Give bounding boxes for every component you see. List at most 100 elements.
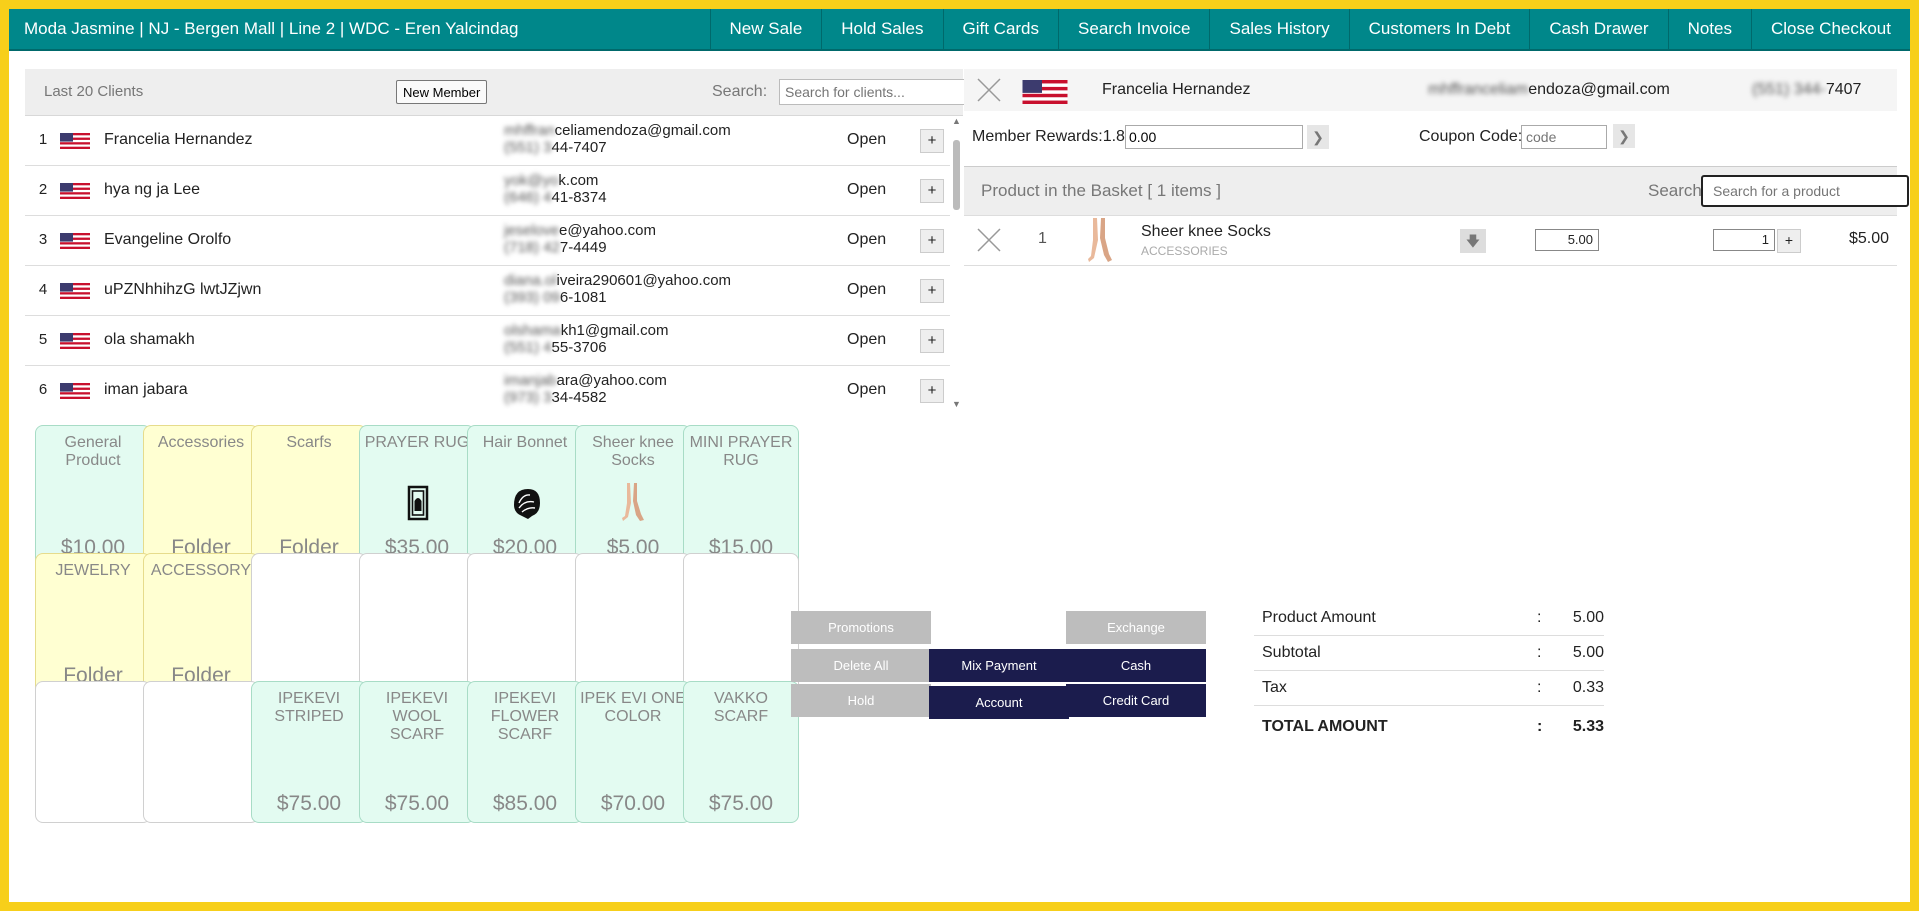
hold-button[interactable]: Hold [791, 684, 931, 717]
notes-button[interactable]: Notes [1667, 9, 1751, 49]
client-name: iman jabara [104, 381, 188, 398]
client-number: 5 [38, 331, 48, 348]
basket-item-category: ACCESSORIES [1141, 244, 1228, 258]
client-email-hidden: diana.ol [504, 272, 557, 289]
client-row[interactable]: 5 ola shamakh olshamakh1@gmail.com (551)… [25, 316, 950, 366]
product-tile[interactable]: PRAYER RUG $35.00 [359, 425, 475, 567]
empty-tile [683, 553, 799, 695]
client-status[interactable]: Open [847, 216, 886, 264]
add-client-button[interactable]: + [920, 179, 944, 203]
credit-card-button[interactable]: Credit Card [1066, 684, 1206, 717]
cash-drawer-button[interactable]: Cash Drawer [1529, 9, 1667, 49]
product-amount-row: Product Amount : 5.00 [1254, 601, 1604, 636]
rewards-input[interactable] [1125, 125, 1303, 149]
client-search-input[interactable] [779, 79, 971, 105]
client-status[interactable]: Open [847, 266, 886, 314]
empty-tile [575, 553, 691, 695]
product-tile[interactable]: IPEKEVI WOOL SCARF $75.00 [359, 681, 475, 823]
item-price-field[interactable]: 5.00 [1535, 229, 1599, 251]
client-phone: 55-3706 [551, 339, 607, 356]
customers-in-debt-button[interactable]: Customers In Debt [1348, 9, 1530, 49]
client-status[interactable]: Open [847, 366, 886, 409]
add-client-button[interactable]: + [920, 129, 944, 153]
client-email: k.com [558, 172, 599, 189]
client-status[interactable]: Open [847, 316, 886, 364]
customer-email: mhffranceliamendoza@gmail.com [1428, 69, 1670, 111]
client-row[interactable]: 3 Evangeline Orolfo jeselovee@yahoo.com … [25, 216, 950, 266]
close-checkout-button[interactable]: Close Checkout [1750, 9, 1910, 49]
product-search-input[interactable] [1701, 175, 1909, 207]
empty-tile [35, 681, 151, 823]
search-invoice-button[interactable]: Search Invoice [1058, 9, 1209, 49]
client-number: 4 [38, 281, 48, 298]
socks-icon [614, 483, 654, 523]
client-status[interactable]: Open [847, 116, 886, 164]
product-tile[interactable]: Sheer knee Socks $5.00 [575, 425, 691, 567]
product-tile[interactable]: VAKKO SCARF $75.00 [683, 681, 799, 823]
add-client-button[interactable]: + [920, 279, 944, 303]
apply-coupon-icon[interactable]: ❯ [1613, 124, 1635, 148]
scroll-up-icon[interactable]: ▲ [952, 116, 961, 126]
product-tile[interactable]: IPEKEVI STRIPED $75.00 [251, 681, 367, 823]
account-button[interactable]: Account [929, 686, 1069, 719]
product-tile-name: VAKKO SCARF [713, 690, 769, 725]
mix-payment-button[interactable]: Mix Payment [929, 649, 1069, 682]
product-tile[interactable]: General Product $10.00 [35, 425, 151, 567]
product-tile[interactable]: Accessories Folder [143, 425, 259, 567]
client-number: 6 [38, 381, 48, 398]
customer-phone-hidden: (551) 344- [1752, 81, 1826, 98]
increase-quantity-button[interactable]: + [1777, 229, 1801, 253]
promotions-button[interactable]: Promotions [791, 611, 931, 644]
client-email: celiamendoza@gmail.com [554, 122, 731, 139]
new-member-button[interactable]: New Member [396, 80, 488, 104]
client-row[interactable]: 2 hya ng ja Lee yok@yok.com (646) 441-83… [25, 166, 950, 216]
product-tile-price: $70.00 [600, 792, 666, 815]
new-sale-button[interactable]: New Sale [709, 9, 822, 49]
basket-item-total: $5.00 [1848, 230, 1889, 247]
client-row[interactable]: 6 iman jabara imanjabara@yahoo.com (973)… [25, 366, 950, 409]
product-tile[interactable]: IPEK EVI ONE COLOR $70.00 [575, 681, 691, 823]
product-tile-name: IPEKEVI STRIPED [274, 690, 344, 725]
scroll-down-icon[interactable]: ▼ [952, 399, 961, 409]
scroll-thumb[interactable] [953, 140, 960, 210]
client-phone-hidden: (646) 4 [504, 189, 552, 206]
empty-tile [359, 553, 475, 695]
coupon-code-label: Coupon Code: [1419, 128, 1523, 145]
apply-rewards-icon[interactable]: ❯ [1307, 125, 1329, 149]
product-tile[interactable]: Hair Bonnet $20.00 [467, 425, 583, 567]
sales-history-button[interactable]: Sales History [1209, 9, 1348, 49]
product-tile-name: IPEKEVI FLOWER SCARF [490, 690, 560, 743]
delete-all-button[interactable]: Delete All [791, 649, 931, 682]
client-phone-hidden: (551) 4 [504, 339, 552, 356]
discount-down-arrow-icon[interactable]: 🡇 [1460, 229, 1486, 253]
coupon-input[interactable] [1521, 125, 1607, 149]
product-tile[interactable]: MINI PRAYER RUG $15.00 [683, 425, 799, 567]
remove-customer-icon[interactable] [976, 77, 1002, 103]
client-row[interactable]: 4 uPZNhhihzG lwtJZjwn diana.oliveira2906… [25, 266, 950, 316]
add-client-button[interactable]: + [920, 229, 944, 253]
basket-item-row: 1 Sheer knee Socks ACCESSORIES 🡇 5.00 1 … [964, 215, 1897, 266]
product-tile[interactable]: Scarfs Folder [251, 425, 367, 567]
remove-item-icon[interactable] [976, 227, 1002, 253]
basket-header: Product in the Basket [ 1 items ] Search… [964, 166, 1909, 216]
hold-sales-button[interactable]: Hold Sales [821, 9, 942, 49]
product-tile[interactable]: JEWELRY Folder [35, 553, 151, 695]
add-client-button[interactable]: + [920, 379, 944, 403]
client-row[interactable]: 1 Francelia Hernandez mhffranceliamendoz… [25, 116, 950, 166]
product-tile[interactable]: ACCESSORY Folder [143, 553, 259, 695]
cash-button[interactable]: Cash [1066, 649, 1206, 682]
client-status[interactable]: Open [847, 166, 886, 214]
basket-item-name: Sheer knee Socks [1141, 223, 1271, 240]
client-email: e@yahoo.com [559, 222, 656, 239]
customer-email-visible: endoza@gmail.com [1528, 81, 1670, 98]
add-client-button[interactable]: + [920, 329, 944, 353]
separator: : [1537, 679, 1542, 696]
exchange-button[interactable]: Exchange [1066, 611, 1206, 644]
client-email-hidden: jeselove [504, 222, 560, 239]
item-quantity-field[interactable]: 1 [1713, 229, 1775, 251]
gift-cards-button[interactable]: Gift Cards [942, 9, 1059, 49]
client-phone: 7-4449 [559, 239, 607, 256]
client-number: 1 [38, 131, 48, 148]
client-list-scrollbar[interactable]: ▲ ▼ [951, 116, 963, 409]
product-tile[interactable]: IPEKEVI FLOWER SCARF $85.00 [467, 681, 583, 823]
